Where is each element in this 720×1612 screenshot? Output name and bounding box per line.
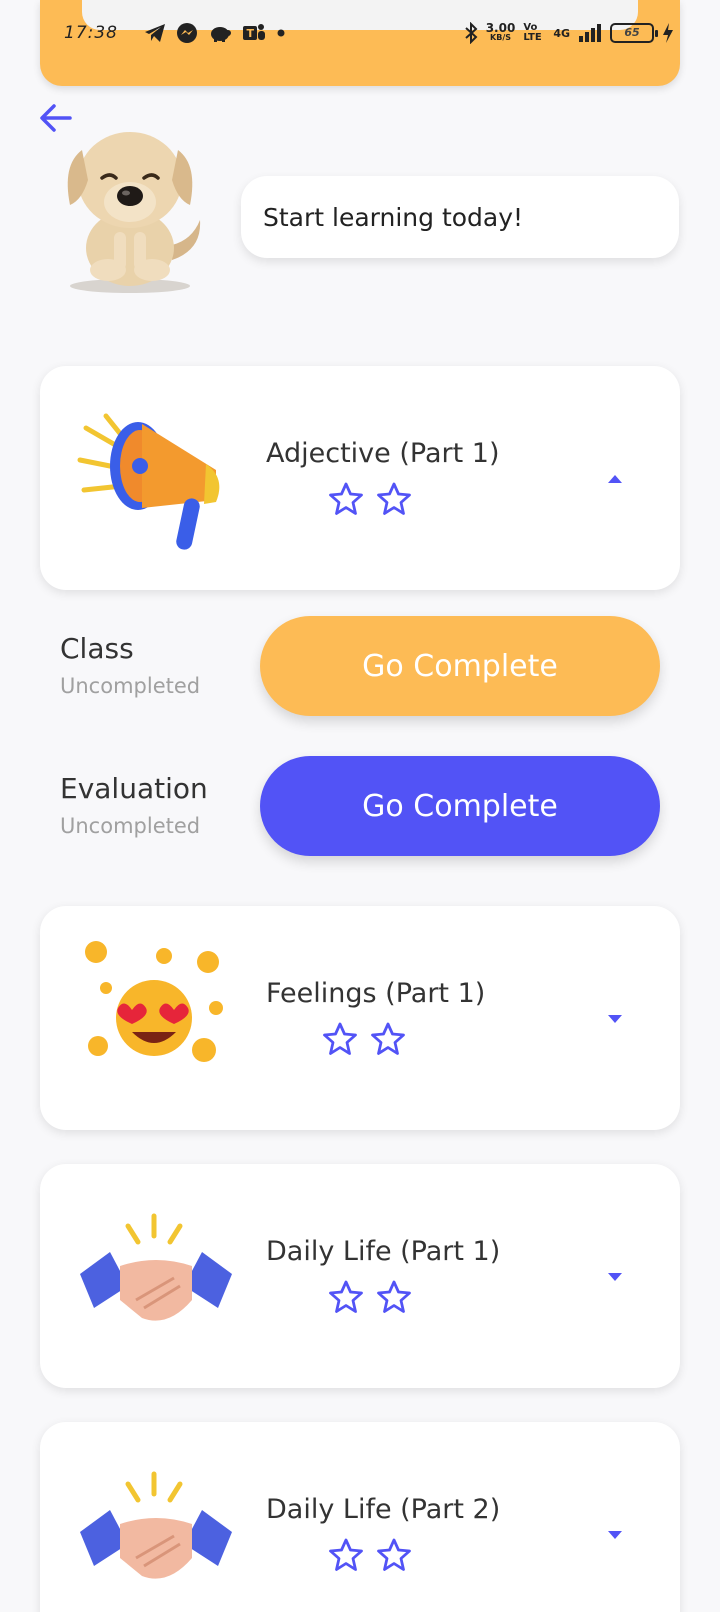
notification-icons: T — [144, 22, 286, 44]
star-rating — [322, 1022, 406, 1056]
caret-down-icon[interactable] — [606, 1270, 624, 1284]
network-type: 4G — [553, 26, 570, 40]
lesson-title: Adjective (Part 1) — [266, 438, 500, 469]
star-outline-icon — [371, 1022, 405, 1055]
handshake-icon — [80, 1213, 232, 1321]
class-label: Class — [60, 632, 134, 665]
heart-eyes-emoji-icon — [85, 941, 223, 1062]
star-rating — [328, 1280, 412, 1314]
star-outline-icon — [377, 1538, 411, 1571]
network-speed: 3.00 KB/S — [486, 22, 516, 43]
lesson-title: Daily Life (Part 2) — [266, 1494, 501, 1525]
star-outline-icon — [329, 1280, 363, 1313]
battery-level: 65 — [624, 26, 640, 39]
teams-icon: T — [243, 24, 265, 40]
charging-icon — [663, 23, 673, 43]
bluetooth-icon — [465, 22, 478, 44]
megaphone-icon — [77, 413, 220, 550]
lesson-card-daily-life-part-2[interactable]: Daily Life (Part 2) — [40, 1422, 680, 1612]
evaluation-label: Evaluation — [60, 772, 208, 805]
status-time: 17:38 — [64, 23, 118, 43]
star-outline-icon — [377, 1280, 411, 1313]
caret-up-icon[interactable] — [606, 472, 624, 486]
lesson-card-daily-life-part-1[interactable]: Daily Life (Part 1) — [40, 1164, 680, 1388]
handshake-icon — [80, 1471, 232, 1579]
more-notifications-dot-icon — [277, 29, 285, 37]
lesson-title: Feelings (Part 1) — [266, 978, 486, 1009]
messenger-icon — [177, 23, 197, 43]
class-task-row: Class Uncompleted Go Complete — [60, 616, 660, 716]
status-bar: 17:38 T 3.00 KB/S Vo LTE 4G 65 — [64, 18, 674, 48]
telegram-icon — [145, 24, 165, 42]
piggy-bank-icon — [211, 27, 231, 42]
lesson-card-feelings-part-1[interactable]: Feelings (Part 1) — [40, 906, 680, 1130]
status-right: 3.00 KB/S Vo LTE 4G 65 — [464, 22, 674, 44]
signal-icon — [579, 24, 601, 42]
status-header: 17:38 T 3.00 KB/S Vo LTE 4G 65 — [40, 0, 680, 86]
evaluation-status: Uncompleted — [60, 814, 201, 838]
speech-bubble: Start learning today! — [241, 176, 679, 258]
speed-unit: KB/S — [490, 33, 511, 42]
caret-down-icon[interactable] — [606, 1012, 624, 1026]
speech-bubble-text: Start learning today! — [263, 202, 524, 232]
star-rating — [328, 482, 412, 516]
star-outline-icon — [323, 1022, 357, 1055]
volte-indicator: Vo LTE — [523, 22, 542, 43]
star-outline-icon — [329, 1538, 363, 1571]
evaluation-go-complete-button[interactable]: Go Complete — [260, 756, 660, 856]
star-outline-icon — [329, 482, 363, 515]
class-status: Uncompleted — [60, 674, 201, 698]
puppy-mascot-image — [67, 132, 201, 293]
battery-icon: 65 — [610, 23, 658, 43]
class-go-complete-button[interactable]: Go Complete — [260, 616, 660, 716]
svg-text:T: T — [247, 27, 255, 40]
lesson-title: Daily Life (Part 1) — [266, 1236, 501, 1267]
lesson-card-adjective-part-1[interactable]: Adjective (Part 1) — [40, 366, 680, 590]
star-outline-icon — [377, 482, 411, 515]
caret-down-icon[interactable] — [606, 1528, 624, 1542]
star-rating — [328, 1538, 412, 1572]
evaluation-task-row: Evaluation Uncompleted Go Complete — [60, 756, 660, 856]
